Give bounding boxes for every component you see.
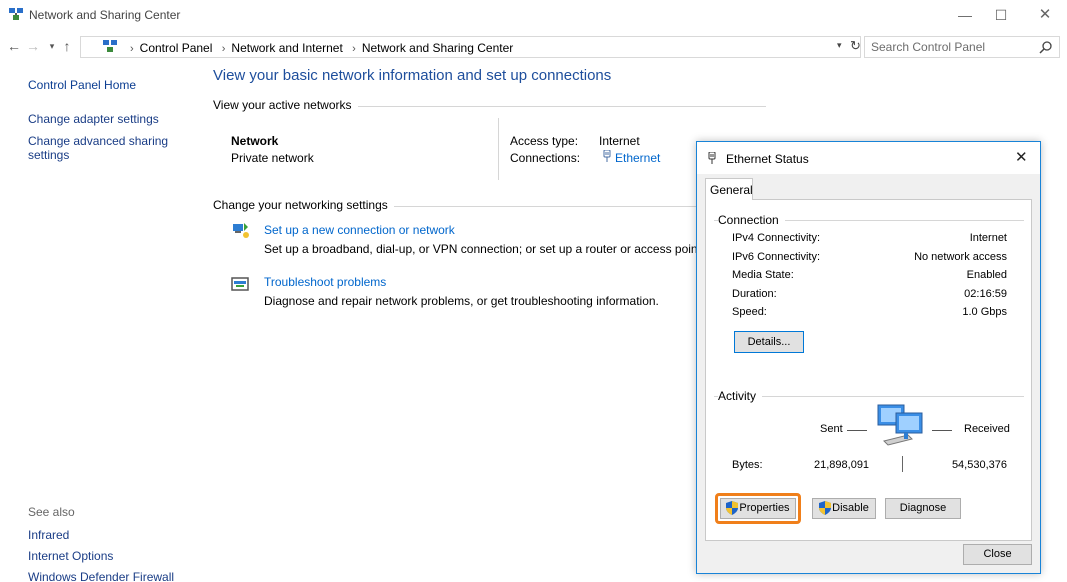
troubleshoot-icon bbox=[231, 277, 249, 291]
dialog-title: Ethernet Status bbox=[726, 152, 809, 166]
close-button[interactable]: Close bbox=[963, 544, 1032, 565]
troubleshoot-description: Diagnose and repair network problems, or… bbox=[264, 294, 659, 308]
window-title: Network and Sharing Center bbox=[29, 8, 181, 22]
speed-label: Speed: bbox=[732, 306, 767, 318]
bytes-label: Bytes: bbox=[732, 459, 763, 471]
refresh-icon[interactable]: ↻ bbox=[850, 38, 861, 54]
access-type-value: Internet bbox=[599, 134, 640, 148]
network-center-icon bbox=[9, 8, 23, 20]
network-name: Network bbox=[231, 134, 279, 148]
windows-firewall-link[interactable]: Windows Defender Firewall bbox=[28, 570, 174, 582]
media-state-value: Enabled bbox=[966, 269, 1007, 281]
control-panel-icon bbox=[103, 40, 117, 52]
breadcrumb-network-and-internet[interactable]: Network and Internet bbox=[231, 41, 342, 55]
active-networks-heading: View your active networks bbox=[213, 98, 358, 112]
breadcrumb-separator: › bbox=[352, 43, 356, 55]
up-arrow-icon[interactable]: ↑ bbox=[58, 37, 76, 55]
received-line bbox=[932, 430, 952, 431]
internet-options-link[interactable]: Internet Options bbox=[28, 549, 113, 563]
search-input[interactable] bbox=[871, 39, 1031, 55]
ethernet-status-dialog: Ethernet Status ✕ General Connection IPv… bbox=[696, 141, 1041, 574]
sent-label: Sent bbox=[820, 423, 843, 435]
change-advanced-sharing-link[interactable]: Change advanced sharing settings bbox=[28, 134, 178, 162]
ethernet-plug-icon bbox=[603, 150, 611, 162]
activity-heading: Activity bbox=[718, 389, 763, 403]
back-arrow-icon[interactable]: ← bbox=[5, 37, 23, 55]
ipv4-connectivity-value: Internet bbox=[969, 232, 1007, 244]
vertical-divider bbox=[498, 118, 499, 180]
network-computers-icon bbox=[877, 404, 923, 446]
change-adapter-settings-link[interactable]: Change adapter settings bbox=[28, 112, 159, 126]
tab-general[interactable]: General bbox=[705, 178, 753, 200]
ipv6-connectivity-value: No network access bbox=[914, 251, 1007, 263]
access-type-label: Access type: bbox=[510, 134, 579, 148]
disable-button[interactable]: Disable bbox=[812, 498, 876, 519]
close-window-button[interactable]: ✕ bbox=[1025, 3, 1065, 27]
breadcrumb-separator: › bbox=[130, 43, 134, 55]
page-title: View your basic network information and … bbox=[213, 67, 612, 84]
uac-shield-icon bbox=[819, 501, 832, 516]
properties-button[interactable]: Properties bbox=[720, 498, 796, 519]
details-button[interactable]: Details... bbox=[734, 331, 804, 353]
change-settings-heading: Change your networking settings bbox=[213, 198, 394, 212]
infrared-link[interactable]: Infrared bbox=[28, 528, 69, 542]
received-label: Received bbox=[964, 423, 1010, 435]
dialog-titlebar: Ethernet Status ✕ bbox=[697, 142, 1040, 174]
ipv4-connectivity-label: IPv4 Connectivity: bbox=[732, 232, 821, 244]
ethernet-connection-link[interactable]: Ethernet bbox=[615, 151, 660, 165]
window-titlebar: Network and Sharing Center — ☐ ✕ bbox=[0, 0, 1067, 30]
setup-connection-description: Set up a broadband, dial-up, or VPN conn… bbox=[264, 242, 705, 256]
duration-label: Duration: bbox=[732, 288, 777, 300]
ipv6-connectivity-label: IPv6 Connectivity: bbox=[732, 251, 821, 263]
control-panel-home-link[interactable]: Control Panel Home bbox=[28, 78, 136, 92]
address-bar[interactable]: › Control Panel › Network and Internet › Ne… bbox=[80, 36, 861, 58]
connections-label: Connections: bbox=[510, 151, 581, 165]
setup-connection-link[interactable]: Set up a new connection or network bbox=[264, 223, 455, 237]
ethernet-plug-icon bbox=[708, 152, 716, 164]
breadcrumb-separator: › bbox=[221, 43, 226, 55]
see-also-heading: See also bbox=[28, 505, 75, 519]
search-box[interactable] bbox=[864, 36, 1060, 58]
breadcrumb-control-panel[interactable]: Control Panel bbox=[140, 41, 213, 55]
connection-heading: Connection bbox=[718, 213, 785, 227]
properties-label: Properties bbox=[739, 502, 790, 514]
disable-label: Disable bbox=[832, 502, 869, 514]
breadcrumb: › Control Panel › Network and Internet › Ne… bbox=[124, 41, 513, 55]
maximize-button[interactable]: ☐ bbox=[981, 3, 1021, 27]
forward-arrow-icon[interactable]: → bbox=[24, 37, 42, 55]
address-dropdown-chevron-icon[interactable]: ▾ bbox=[837, 40, 842, 51]
navigation-bar: ← → ▾ ↑ › Control Panel › Network and Inte… bbox=[0, 34, 1067, 58]
media-state-label: Media State: bbox=[732, 269, 794, 281]
uac-shield-icon bbox=[726, 501, 739, 516]
duration-value: 02:16:59 bbox=[964, 288, 1007, 300]
bytes-divider bbox=[902, 456, 903, 472]
general-tab-panel: Connection IPv4 Connectivity: Internet I… bbox=[705, 199, 1032, 541]
bytes-received-value: 54,530,376 bbox=[951, 459, 1007, 471]
diagnose-button[interactable]: Diagnose bbox=[885, 498, 961, 519]
network-category: Private network bbox=[231, 151, 314, 165]
troubleshoot-link[interactable]: Troubleshoot problems bbox=[264, 275, 386, 289]
dialog-close-icon[interactable]: ✕ bbox=[1015, 148, 1028, 166]
bytes-sent-value: 21,898,091 bbox=[814, 459, 870, 471]
minimize-button[interactable]: — bbox=[945, 3, 985, 27]
network-setup-icon bbox=[233, 223, 249, 238]
search-icon[interactable] bbox=[1039, 40, 1053, 54]
breadcrumb-network-sharing-center[interactable]: Network and Sharing Center bbox=[362, 41, 513, 55]
sent-line bbox=[847, 430, 867, 431]
speed-value: 1.0 Gbps bbox=[962, 306, 1007, 318]
